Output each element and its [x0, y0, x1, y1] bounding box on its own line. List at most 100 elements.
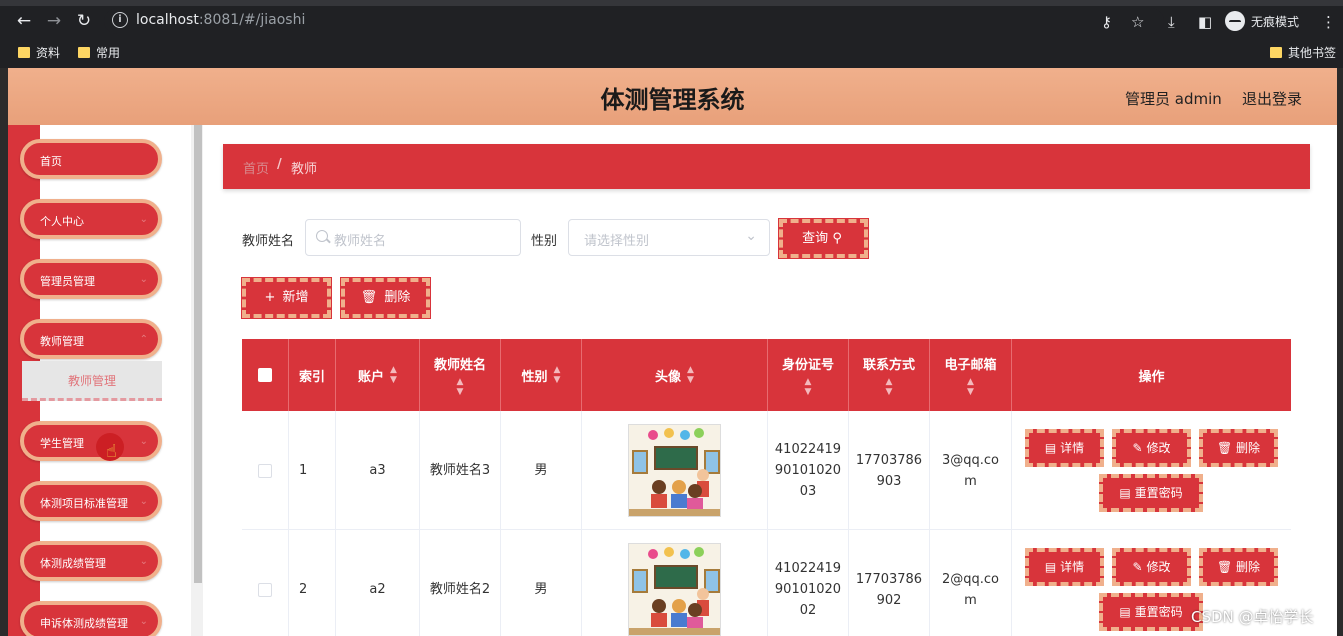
column-header-index: 索引	[289, 339, 336, 411]
sort-icon[interactable]: ▲ ▼	[457, 377, 464, 397]
sidebar-item-label: 教师管理	[40, 335, 84, 348]
sidepanel-icon[interactable]: ◧	[1198, 14, 1212, 30]
add-button[interactable]: + 新增	[241, 277, 332, 319]
column-header-label: 电子邮箱	[944, 357, 997, 373]
sidebar-item-students[interactable]: 学生管理 ⌄	[20, 421, 162, 461]
query-button[interactable]: 查询 ⚲	[778, 218, 869, 259]
sidebar-item-test-standards[interactable]: 体测项目标准管理 ⌄	[20, 481, 162, 521]
breadcrumb-home[interactable]: 首页	[243, 158, 269, 177]
column-header-label: 联系方式	[862, 357, 915, 373]
star-icon[interactable]: ☆	[1131, 14, 1144, 30]
sidebar-item-test-scores[interactable]: 体测成绩管理 ⌄	[20, 541, 162, 581]
add-button-label: 新增	[282, 290, 309, 305]
column-header-avatar[interactable]: 头像 ▲ ▼	[582, 339, 768, 411]
edit-button[interactable]: ✎ 修改	[1112, 429, 1191, 467]
submenu-item-label: 教师管理	[67, 374, 116, 388]
incognito-label: 无痕模式	[1251, 14, 1300, 29]
folder-icon	[1270, 47, 1282, 58]
submenu-item-teachers[interactable]: 教师管理	[22, 361, 162, 401]
folder-icon	[18, 47, 30, 58]
forward-icon[interactable]: →	[44, 11, 64, 31]
gender-select[interactable]: 请选择性别 ⌄	[568, 219, 770, 256]
pencil-icon: ✎	[1132, 441, 1143, 455]
sidebar-item-home[interactable]: 首页	[20, 139, 162, 179]
delete-button-label: 删除	[1236, 560, 1261, 574]
name-search-input[interactable]: 教师姓名	[305, 219, 521, 256]
chevron-down-icon: ⌄	[139, 616, 148, 627]
row-checkbox[interactable]	[258, 463, 272, 478]
chevron-down-icon: ⌄	[139, 274, 148, 285]
sidebar-item-admins[interactable]: 管理员管理 ⌄	[20, 259, 162, 299]
sort-icon[interactable]: ▲ ▼	[967, 377, 974, 397]
column-header-label: 索引	[298, 369, 325, 385]
key-icon[interactable]: ⚷	[1101, 14, 1112, 30]
document-icon: ▤	[1119, 486, 1131, 500]
row-delete-button[interactable]: 🗑 删除	[1199, 429, 1278, 467]
id-number-line: 41022419	[774, 561, 842, 576]
column-header-phone[interactable]: 联系方式 ▲ ▼	[849, 339, 930, 411]
id-number-line: 90101020	[774, 582, 842, 597]
bookmark-folder-other[interactable]: 其他书签	[1270, 44, 1336, 61]
sidebar-item-appeals[interactable]: 申诉体测成绩管理 ⌄	[20, 601, 162, 636]
sort-icon[interactable]: ▲ ▼	[886, 377, 893, 397]
id-number-line: 02	[799, 603, 817, 618]
row-delete-button[interactable]: 🗑 删除	[1199, 548, 1278, 586]
sidebar-item-label: 个人中心	[40, 215, 84, 228]
sidebar-item-label: 申诉体测成绩管理	[40, 617, 128, 630]
sidebar-scrollbar-thumb[interactable]	[194, 125, 202, 583]
row-select-cell	[242, 530, 289, 636]
sort-icon[interactable]: ▲ ▼	[805, 377, 812, 397]
delete-button[interactable]: 🗑 删除	[340, 277, 431, 319]
column-header-gender[interactable]: 性别 ▲ ▼	[501, 339, 582, 411]
document-icon: ▤	[1044, 560, 1057, 574]
cell-name: 教师姓名3	[420, 411, 501, 530]
name-search-placeholder: 教师姓名	[334, 234, 387, 249]
cell-id-number: 41022419 90101020 03	[768, 411, 849, 530]
reset-password-button[interactable]: ▤ 重置密码	[1099, 474, 1203, 512]
kebab-menu-icon[interactable]: ⋮	[1321, 14, 1336, 30]
reset-password-label: 重置密码	[1134, 486, 1183, 500]
sort-icon[interactable]: ▲ ▼	[390, 365, 397, 385]
column-header-email[interactable]: 电子邮箱 ▲ ▼	[930, 339, 1012, 411]
avatar[interactable]	[628, 424, 721, 517]
sidebar-item-profile[interactable]: 个人中心 ⌄	[20, 199, 162, 239]
phone-line: 17703786	[855, 452, 923, 468]
phone-line: 17703786	[855, 571, 923, 587]
reset-password-button[interactable]: ▤ 重置密码	[1099, 593, 1203, 631]
table-header: 索引 账户 ▲ ▼ 教师姓名 ▲ ▼ 性别 ▲ ▼ 头像 ▲ ▼ 身份证号 ▲ …	[242, 339, 1291, 411]
avatar[interactable]	[628, 543, 721, 636]
bookmark-folder-ziliao[interactable]: 资料	[18, 44, 60, 61]
download-icon[interactable]: ⤓	[1168, 14, 1175, 30]
incognito-indicator[interactable]: 无痕模式	[1225, 10, 1299, 32]
select-all-checkbox[interactable]	[258, 368, 272, 382]
sidebar-item-label: 体测成绩管理	[40, 557, 106, 570]
sidebar-item-teachers[interactable]: 教师管理 ⌃	[20, 319, 162, 359]
query-button-label: 查询	[802, 231, 829, 246]
column-header-name[interactable]: 教师姓名 ▲ ▼	[420, 339, 501, 411]
cell-phone: 17703786 903	[849, 411, 930, 530]
back-icon[interactable]: ←	[14, 11, 34, 31]
sort-icon[interactable]: ▲ ▼	[687, 365, 694, 385]
cell-index: 1	[289, 411, 336, 530]
column-header-account[interactable]: 账户 ▲ ▼	[336, 339, 420, 411]
cell-index: 2	[289, 530, 336, 636]
edit-button-label: 修改	[1146, 560, 1171, 574]
trash-icon: 🗑	[1216, 560, 1233, 574]
sort-icon[interactable]: ▲ ▼	[554, 365, 561, 385]
row-checkbox[interactable]	[258, 582, 272, 597]
document-icon: ▤	[1044, 441, 1057, 455]
site-info-icon[interactable]: i	[112, 12, 128, 28]
logout-link[interactable]: 退出登录	[1242, 88, 1302, 109]
reload-icon[interactable]: ↻	[74, 11, 94, 31]
folder-icon	[78, 47, 90, 58]
column-header-id-number[interactable]: 身份证号 ▲ ▼	[768, 339, 849, 411]
header-select-all[interactable]	[242, 339, 289, 411]
detail-button[interactable]: ▤ 详情	[1025, 548, 1104, 586]
detail-button[interactable]: ▤ 详情	[1025, 429, 1104, 467]
id-number-line: 90101020	[774, 463, 842, 478]
name-filter-label: 教师姓名	[242, 234, 295, 249]
bookmark-folder-changyong[interactable]: 常用	[78, 44, 120, 61]
edit-button[interactable]: ✎ 修改	[1112, 548, 1191, 586]
phone-line: 902	[876, 592, 902, 608]
address-bar[interactable]: i localhost:8081/#/jiaoshi	[104, 8, 1164, 34]
